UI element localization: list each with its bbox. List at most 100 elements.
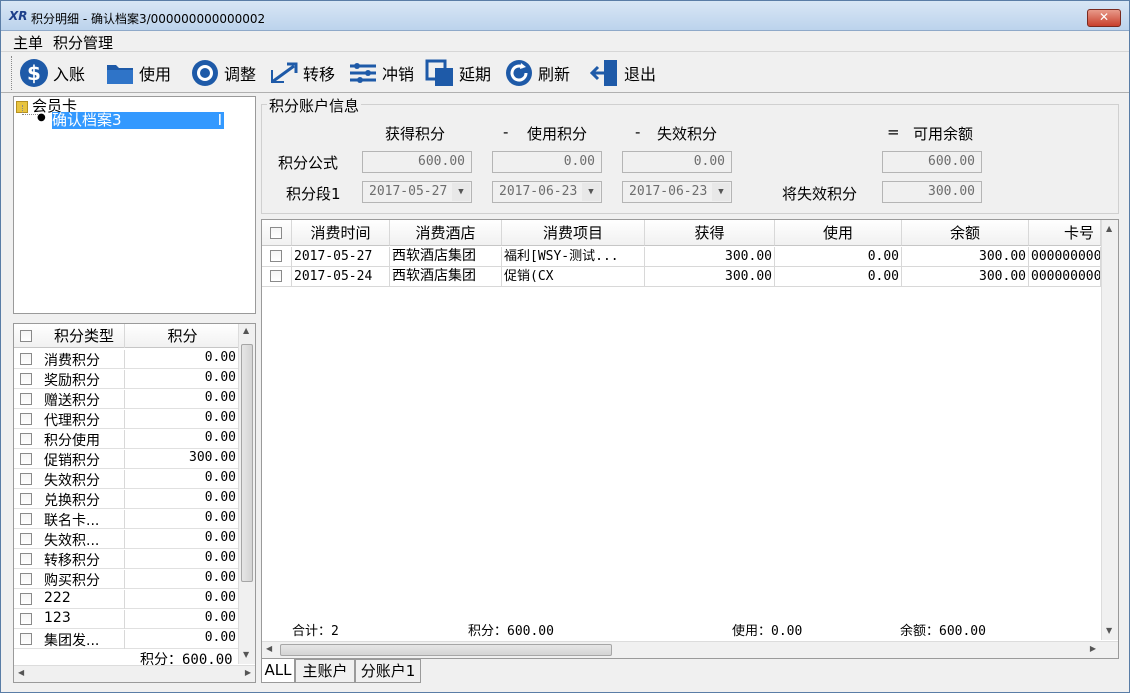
grid-cell-earned[interactable]: 300.00 (645, 247, 775, 267)
scroll-left-icon[interactable]: ◀ (266, 644, 272, 653)
points-table-row[interactable]: 兑换积分 0.00 (14, 489, 240, 509)
points-table-row[interactable]: 转移积分 0.00 (14, 549, 240, 569)
row-checkbox[interactable] (20, 513, 32, 525)
chevron-down-icon[interactable]: ▼ (582, 183, 600, 201)
menu-main[interactable]: 主单 (13, 32, 43, 53)
row-checkbox[interactable] (20, 393, 32, 405)
col-header-type[interactable]: 积分类型 (44, 324, 124, 348)
row-checkbox[interactable] (20, 573, 32, 585)
grid-cell-item[interactable]: 福利[WSY-测试... (502, 247, 645, 267)
points-table-row[interactable]: 奖励积分 0.00 (14, 369, 240, 389)
points-table-row[interactable]: 代理积分 0.00 (14, 409, 240, 429)
points-table-row[interactable]: 积分使用 0.00 (14, 429, 240, 449)
grid-header-time[interactable]: 消费时间 (292, 220, 390, 246)
row-checkbox[interactable] (20, 373, 32, 385)
scroll-right-icon[interactable]: ▶ (1090, 644, 1096, 653)
exit-button[interactable]: 退出 (590, 56, 656, 90)
chevron-down-icon[interactable]: ▼ (452, 183, 470, 201)
select-all-checkbox[interactable] (20, 330, 32, 342)
toolbar-grip[interactable] (11, 56, 14, 90)
grid-cell-balance[interactable]: 300.00 (902, 247, 1029, 267)
scroll-down-icon[interactable]: ▼ (1106, 626, 1112, 635)
scroll-thumb[interactable] (280, 644, 612, 656)
grid-hscroll[interactable]: ◀ ▶ (262, 641, 1118, 658)
row-checkbox[interactable] (20, 453, 32, 465)
points-table-row[interactable]: 集团发... 0.00 (14, 629, 240, 649)
adjust-button[interactable]: 调整 (190, 56, 256, 90)
tab-sub-account-1[interactable]: 分账户1 (355, 659, 421, 683)
transfer-button[interactable]: 转移 (269, 56, 335, 90)
use-button[interactable]: 使用 (105, 56, 171, 90)
segment-date3-select[interactable]: 2017-06-23 ▼ (622, 181, 732, 203)
post-button[interactable]: $ 入账 (19, 56, 85, 90)
segment-date1-select[interactable]: 2017-05-27 ▼ (362, 181, 472, 203)
chevron-down-icon[interactable]: ▼ (712, 183, 730, 201)
points-table-vscroll[interactable]: ▲ ▼ (238, 324, 255, 664)
grid-header-balance[interactable]: 余额 (902, 220, 1029, 246)
row-checkbox[interactable] (20, 593, 32, 605)
row-checkbox[interactable] (20, 613, 32, 625)
scroll-left-icon[interactable]: ◀ (18, 668, 24, 677)
grid-cell-card-no[interactable]: 000000000 (1029, 267, 1101, 287)
points-type-cell: 积分使用 (44, 433, 100, 449)
points-table-row[interactable]: 失效积分 0.00 (14, 469, 240, 489)
row-checkbox[interactable] (20, 633, 32, 645)
row-checkbox[interactable] (20, 353, 32, 365)
points-table-row[interactable]: 赠送积分 0.00 (14, 389, 240, 409)
formula-available-field[interactable]: 600.00 (882, 151, 982, 173)
scroll-right-icon[interactable]: ▶ (245, 668, 251, 677)
formula-earned-field[interactable]: 600.00 (362, 151, 472, 173)
grid-cell-used[interactable]: 0.00 (775, 267, 902, 287)
points-table-row[interactable]: 123 0.00 (14, 609, 240, 629)
grid-cell-time[interactable]: 2017-05-24 (292, 267, 390, 287)
extend-button[interactable]: 延期 (425, 56, 491, 90)
select-all-checkbox[interactable] (270, 227, 282, 239)
menu-points-management[interactable]: 积分管理 (53, 32, 113, 53)
reverse-button[interactable]: 冲销 (348, 56, 414, 90)
grid-cell-card-no[interactable]: 000000000 (1029, 247, 1101, 267)
points-table-row[interactable]: 购买积分 0.00 (14, 569, 240, 589)
grid-header-card-no[interactable]: 卡号 (1029, 220, 1101, 246)
grid-cell-balance[interactable]: 300.00 (902, 267, 1029, 287)
row-checkbox[interactable] (270, 270, 282, 282)
points-table-row[interactable]: 促销积分 300.00 (14, 449, 240, 469)
formula-used-field[interactable]: 0.00 (492, 151, 602, 173)
points-value-cell: 0.00 (124, 530, 236, 549)
row-checkbox[interactable] (270, 250, 282, 262)
grid-cell-used[interactable]: 0.00 (775, 247, 902, 267)
row-checkbox[interactable] (20, 493, 32, 505)
grid-cell-earned[interactable]: 300.00 (645, 267, 775, 287)
tab-main-account[interactable]: 主账户 (295, 659, 355, 683)
grid-header-earned[interactable]: 获得 (645, 220, 775, 246)
grid-header-item[interactable]: 消费项目 (502, 220, 645, 246)
row-checkbox[interactable] (20, 533, 32, 545)
grid-cell-hotel[interactable]: 西软酒店集团 (390, 247, 502, 267)
grid-cell-item[interactable]: 促销(CX (502, 267, 645, 287)
tab-all[interactable]: ALL (261, 659, 295, 683)
row-checkbox[interactable] (20, 553, 32, 565)
grid-vscroll[interactable]: ▲ ▼ (1101, 220, 1118, 640)
row-checkbox[interactable] (20, 473, 32, 485)
scroll-up-icon[interactable]: ▲ (1106, 224, 1112, 233)
grid-cell-hotel[interactable]: 西软酒店集团 (390, 267, 502, 287)
expiring-points-field[interactable]: 300.00 (882, 181, 982, 203)
scroll-thumb[interactable] (241, 344, 253, 582)
points-table-row[interactable]: 消费积分 0.00 (14, 349, 240, 369)
row-checkbox[interactable] (20, 433, 32, 445)
scroll-down-icon[interactable]: ▼ (243, 650, 249, 659)
close-button[interactable]: ✕ (1087, 9, 1121, 27)
formula-expired-field[interactable]: 0.00 (622, 151, 732, 173)
refresh-button[interactable]: 刷新 (504, 56, 570, 90)
col-header-points[interactable]: 积分 (124, 324, 240, 348)
row-checkbox[interactable] (20, 413, 32, 425)
points-table-row[interactable]: 失效积... 0.00 (14, 529, 240, 549)
scroll-up-icon[interactable]: ▲ (243, 326, 249, 335)
points-table-row[interactable]: 联名卡... 0.00 (14, 509, 240, 529)
grid-header-hotel[interactable]: 消费酒店 (390, 220, 502, 246)
segment-date2-select[interactable]: 2017-06-23 ▼ (492, 181, 602, 203)
grid-cell-time[interactable]: 2017-05-27 (292, 247, 390, 267)
points-table-hscroll[interactable]: ◀ ▶ (14, 665, 255, 682)
tree-item-record[interactable]: 确认档案3 I (52, 112, 224, 129)
points-table-row[interactable]: 222 0.00 (14, 589, 240, 609)
grid-header-used[interactable]: 使用 (775, 220, 902, 246)
